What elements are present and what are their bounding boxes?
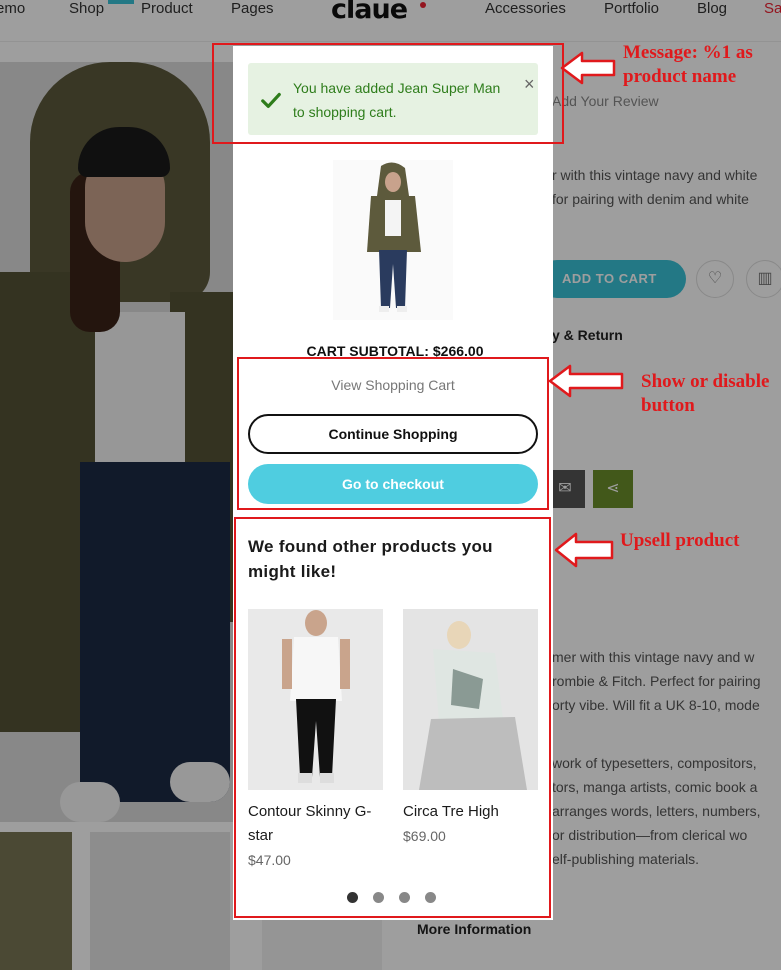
annotation-arrow-icon (560, 51, 616, 85)
annotation-arrow-icon (554, 532, 614, 568)
annotation-buttons-text: Show or disable button (641, 371, 770, 416)
annotation-upsell-text: Upsell product (620, 530, 740, 551)
annotation-message-text: Message: %1 as product name (623, 42, 753, 87)
annotation-box-upsell (234, 517, 551, 918)
annotation-box-message (212, 43, 564, 144)
annotation-box-buttons (237, 357, 549, 510)
added-product-image (333, 160, 453, 320)
annotation-arrow-icon (548, 364, 624, 398)
